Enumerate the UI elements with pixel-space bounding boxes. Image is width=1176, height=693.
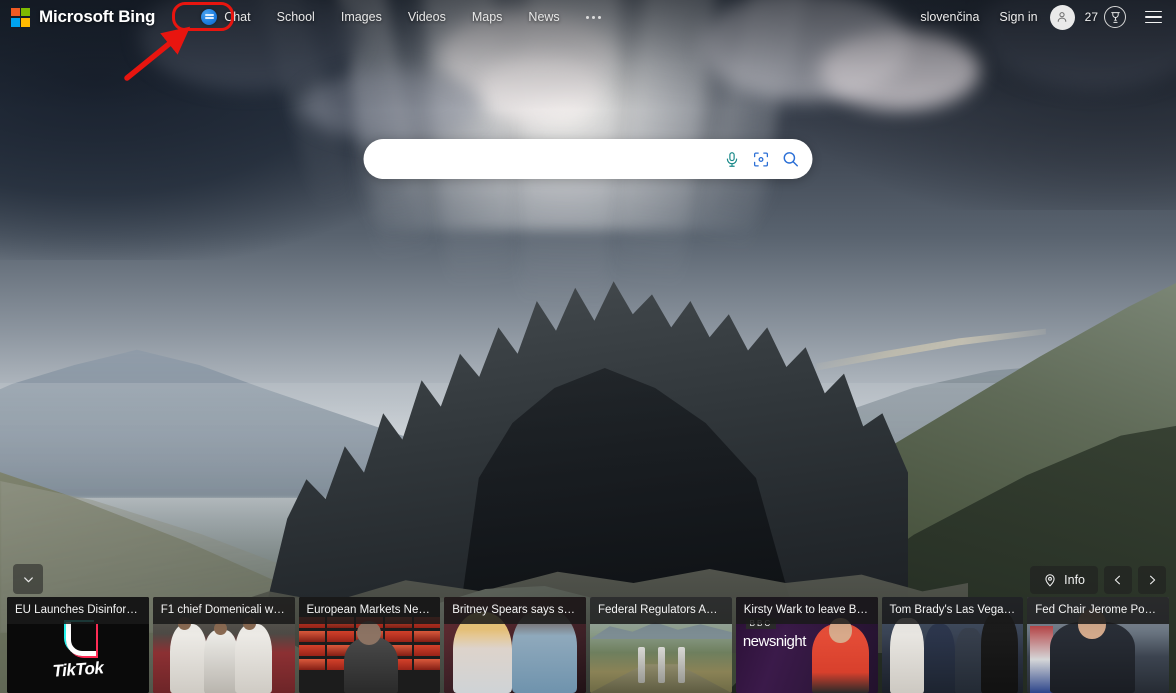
nav-item-images[interactable]: Images: [328, 6, 395, 28]
news-card-title: Tom Brady's Las Vegas Rai...: [882, 597, 1024, 624]
news-card[interactable]: European Markets Nervous...: [299, 597, 441, 693]
nav-item-chat[interactable]: Chat: [191, 5, 263, 29]
news-card-title: Fed Chair Jerome Powell Si...: [1027, 597, 1169, 624]
primary-navigation: Chat School Images Videos Maps News: [191, 5, 613, 29]
avatar[interactable]: [1050, 5, 1075, 30]
news-card[interactable]: Britney Spears says she wa...: [444, 597, 586, 693]
cloud: [300, 70, 480, 140]
language-selector[interactable]: slovenčina: [910, 6, 989, 28]
rewards-medal-icon: [1104, 6, 1126, 28]
news-card[interactable]: TikTok EU Launches Disinformatio...: [7, 597, 149, 693]
microphone-icon[interactable]: [724, 151, 741, 168]
image-info-button[interactable]: Info: [1030, 566, 1098, 594]
chevron-down-icon: [21, 572, 36, 587]
news-card[interactable]: Tom Brady's Las Vegas Rai...: [882, 597, 1024, 693]
brand-name-label: Microsoft Bing: [39, 7, 155, 27]
news-card-title: Federal Regulators Approv...: [590, 597, 732, 624]
news-card-title: Kirsty Wark to leave BBC N...: [736, 597, 878, 624]
news-card[interactable]: BBC newsnight Kirsty Wark to leave BBC N…: [736, 597, 878, 693]
nav-item-label: Chat: [224, 10, 250, 24]
sign-in-button[interactable]: Sign in: [989, 6, 1047, 28]
rewards-button[interactable]: 27: [1079, 6, 1132, 28]
nav-item-label: Maps: [472, 10, 503, 24]
nav-item-label: Images: [341, 10, 382, 24]
news-card[interactable]: Fed Chair Jerome Powell Si...: [1027, 597, 1169, 693]
bing-homepage: Microsoft Bing Chat School Images Videos…: [0, 0, 1176, 693]
location-pin-icon: [1043, 573, 1057, 587]
nav-overflow-menu-icon[interactable]: [573, 12, 614, 23]
top-header-bar: Microsoft Bing Chat School Images Videos…: [0, 0, 1176, 34]
hero-background-image: [0, 0, 1176, 693]
microsoft-bing-logo-link[interactable]: Microsoft Bing: [11, 7, 155, 27]
nav-item-school[interactable]: School: [264, 6, 328, 28]
bing-chat-icon: [201, 9, 217, 25]
search-action-icons: [724, 150, 800, 168]
news-card[interactable]: F1 chief Domenicali writes ...: [153, 597, 295, 693]
nav-item-maps[interactable]: Maps: [459, 6, 516, 28]
hamburger-menu-icon[interactable]: [1140, 4, 1166, 30]
scroll-down-button[interactable]: [13, 564, 43, 594]
news-card-title: European Markets Nervous...: [299, 597, 441, 624]
rewards-count-label: 27: [1085, 10, 1098, 24]
search-container: [364, 139, 813, 179]
search-box[interactable]: [364, 139, 813, 179]
cloud: [480, 55, 600, 125]
search-input[interactable]: [384, 139, 724, 179]
visual-search-icon[interactable]: [753, 151, 770, 168]
nav-item-news[interactable]: News: [515, 6, 572, 28]
cloud: [820, 30, 980, 110]
chevron-left-icon: [1111, 573, 1125, 587]
search-submit-icon[interactable]: [782, 150, 800, 168]
chevron-right-icon: [1145, 573, 1159, 587]
news-card-title: Britney Spears says she wa...: [444, 597, 586, 624]
news-card-title: EU Launches Disinformatio...: [7, 597, 149, 624]
background-image-controls: Info: [1030, 566, 1166, 594]
news-card-title: F1 chief Domenicali writes ...: [153, 597, 295, 624]
nav-item-label: News: [528, 10, 559, 24]
news-carousel: TikTok EU Launches Disinformatio... F1 c…: [0, 597, 1176, 693]
header-right-cluster: slovenčina Sign in 27: [910, 4, 1166, 30]
nav-item-label: School: [277, 10, 315, 24]
previous-image-button[interactable]: [1104, 566, 1132, 594]
next-image-button[interactable]: [1138, 566, 1166, 594]
microsoft-logo-icon: [11, 8, 30, 27]
nav-item-label: Videos: [408, 10, 446, 24]
image-info-label: Info: [1064, 573, 1085, 587]
news-card[interactable]: Federal Regulators Approv...: [590, 597, 732, 693]
person-icon: [1055, 10, 1069, 24]
nav-item-videos[interactable]: Videos: [395, 6, 459, 28]
